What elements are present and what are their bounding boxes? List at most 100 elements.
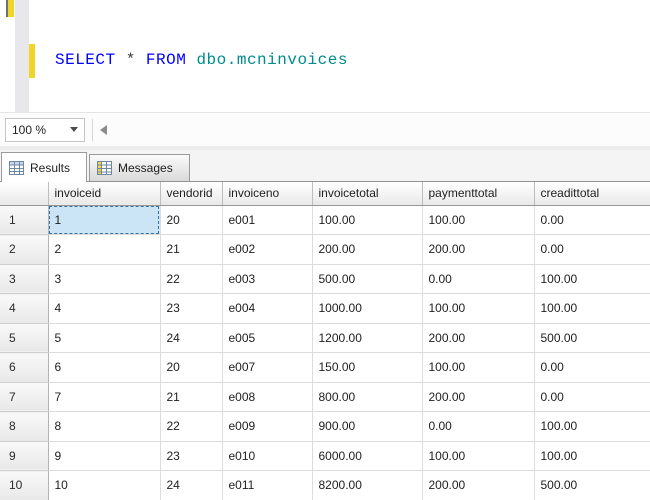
grid-cell[interactable]: 100.00 xyxy=(534,294,650,324)
grid-cell[interactable]: 100.00 xyxy=(422,205,534,235)
grid-cell[interactable]: 8200.00 xyxy=(312,471,422,500)
grid-cell[interactable]: 6000.00 xyxy=(312,441,422,471)
tab-messages[interactable]: Messages xyxy=(89,154,190,181)
grid-cell[interactable]: 0.00 xyxy=(534,353,650,383)
grid-cell[interactable]: 3 xyxy=(48,264,160,294)
grid-cell[interactable]: 24 xyxy=(160,471,222,500)
grid-cell[interactable]: e007 xyxy=(222,353,312,383)
table-row: 7721e008800.00200.000.00 xyxy=(0,382,650,412)
grid-cell[interactable]: e002 xyxy=(222,235,312,265)
grid-cell[interactable]: 100.00 xyxy=(422,294,534,324)
column-header-invoicetotal[interactable]: invoicetotal xyxy=(312,182,422,205)
grid-cell[interactable]: 200.00 xyxy=(422,382,534,412)
separator xyxy=(92,119,93,141)
row-header-10[interactable]: 10 xyxy=(0,471,48,500)
grid-cell[interactable]: e004 xyxy=(222,294,312,324)
zoom-combobox[interactable]: 100 % xyxy=(5,118,85,142)
table-row: 4423e0041000.00100.00100.00 xyxy=(0,294,650,324)
grid-cell[interactable]: 24 xyxy=(160,323,222,353)
grid-cell[interactable]: 500.00 xyxy=(534,323,650,353)
grid-cell[interactable]: e011 xyxy=(222,471,312,500)
grid-cell[interactable]: 100.00 xyxy=(534,412,650,442)
grid-cell[interactable]: 10 xyxy=(48,471,160,500)
grid-cell[interactable]: 8 xyxy=(48,412,160,442)
grid-corner-header[interactable] xyxy=(0,182,48,205)
grid-header-row: invoiceidvendoridinvoicenoinvoicetotalpa… xyxy=(0,182,650,205)
grid-cell[interactable]: 200.00 xyxy=(312,235,422,265)
tab-label: Messages xyxy=(118,161,173,175)
grid-cell[interactable]: 23 xyxy=(160,441,222,471)
grid-cell[interactable]: 0.00 xyxy=(534,205,650,235)
column-header-invoiceno[interactable]: invoiceno xyxy=(222,182,312,205)
row-header-1[interactable]: 1 xyxy=(0,205,48,235)
grid-cell[interactable]: 5 xyxy=(48,323,160,353)
grid-cell[interactable]: 200.00 xyxy=(422,235,534,265)
grid-cell[interactable]: 100.00 xyxy=(312,205,422,235)
column-header-vendorid[interactable]: vendorid xyxy=(160,182,222,205)
grid-cell[interactable]: 9 xyxy=(48,441,160,471)
tab-results[interactable]: Results xyxy=(1,152,87,182)
grid-cell[interactable]: 22 xyxy=(160,264,222,294)
grid-cell[interactable]: e003 xyxy=(222,264,312,294)
grid-cell[interactable]: 20 xyxy=(160,205,222,235)
row-header-5[interactable]: 5 xyxy=(0,323,48,353)
sql-token-keyword: FROM xyxy=(146,51,186,69)
grid-cell[interactable]: 23 xyxy=(160,294,222,324)
grid-cell[interactable]: 100.00 xyxy=(422,441,534,471)
grid-cell[interactable]: 2 xyxy=(48,235,160,265)
scroll-left-icon[interactable] xyxy=(100,125,107,135)
row-header-2[interactable]: 2 xyxy=(0,235,48,265)
grid-cell[interactable]: 1000.00 xyxy=(312,294,422,324)
sql-token-object: dbo.mcninvoices xyxy=(196,51,348,69)
grid-cell[interactable]: 200.00 xyxy=(422,323,534,353)
column-header-paymenttotal[interactable]: paymenttotal xyxy=(422,182,534,205)
grid-cell[interactable]: e009 xyxy=(222,412,312,442)
table-row: 8822e009900.000.00100.00 xyxy=(0,412,650,442)
grid-cell[interactable]: 6 xyxy=(48,353,160,383)
grid-cell[interactable]: 7 xyxy=(48,382,160,412)
query-editor[interactable]: SELECT * FROM dbo.mcninvoices xyxy=(0,0,650,112)
column-header-invoiceid[interactable]: invoiceid xyxy=(48,182,160,205)
grid-cell[interactable]: 500.00 xyxy=(534,471,650,500)
grid-cell[interactable]: 500.00 xyxy=(312,264,422,294)
sql-query-text[interactable]: SELECT * FROM dbo.mcninvoices xyxy=(55,51,348,69)
grid-cell[interactable]: 0.00 xyxy=(422,412,534,442)
sql-token-keyword: SELECT xyxy=(55,51,116,69)
row-header-6[interactable]: 6 xyxy=(0,353,48,383)
grid-cell[interactable]: 100.00 xyxy=(422,353,534,383)
grid-cell[interactable]: e008 xyxy=(222,382,312,412)
grid-cell[interactable]: 0.00 xyxy=(534,382,650,412)
grid-cell[interactable]: 800.00 xyxy=(312,382,422,412)
zoom-dropdown-icon[interactable] xyxy=(70,127,78,132)
messages-icon xyxy=(97,161,112,175)
change-tracking-bar xyxy=(29,44,35,78)
grid-cell-selected[interactable]: 1 xyxy=(48,205,160,235)
grid-cell[interactable]: 20 xyxy=(160,353,222,383)
row-header-8[interactable]: 8 xyxy=(0,412,48,442)
grid-cell[interactable]: 150.00 xyxy=(312,353,422,383)
change-tracking-bar xyxy=(8,0,14,17)
grid-cell[interactable]: 200.00 xyxy=(422,471,534,500)
grid-cell[interactable]: 21 xyxy=(160,382,222,412)
row-header-3[interactable]: 3 xyxy=(0,264,48,294)
grid-cell[interactable]: 100.00 xyxy=(534,441,650,471)
column-header-creadittotal[interactable]: creadittotal xyxy=(534,182,650,205)
row-header-9[interactable]: 9 xyxy=(0,441,48,471)
grid-cell[interactable]: 0.00 xyxy=(422,264,534,294)
results-grid: invoiceidvendoridinvoicenoinvoicetotalpa… xyxy=(0,182,650,500)
grid-cell[interactable]: 100.00 xyxy=(534,264,650,294)
grid-cell[interactable]: 22 xyxy=(160,412,222,442)
grid-cell[interactable]: 0.00 xyxy=(534,235,650,265)
tab-label: Results xyxy=(30,161,70,175)
row-header-4[interactable]: 4 xyxy=(0,294,48,324)
grid-cell[interactable]: 21 xyxy=(160,235,222,265)
grid-cell[interactable]: e005 xyxy=(222,323,312,353)
sql-token-plain: * xyxy=(116,51,146,69)
table-row: 3322e003500.000.00100.00 xyxy=(0,264,650,294)
grid-cell[interactable]: 1200.00 xyxy=(312,323,422,353)
grid-cell[interactable]: e010 xyxy=(222,441,312,471)
grid-cell[interactable]: 4 xyxy=(48,294,160,324)
grid-cell[interactable]: e001 xyxy=(222,205,312,235)
grid-cell[interactable]: 900.00 xyxy=(312,412,422,442)
row-header-7[interactable]: 7 xyxy=(0,382,48,412)
